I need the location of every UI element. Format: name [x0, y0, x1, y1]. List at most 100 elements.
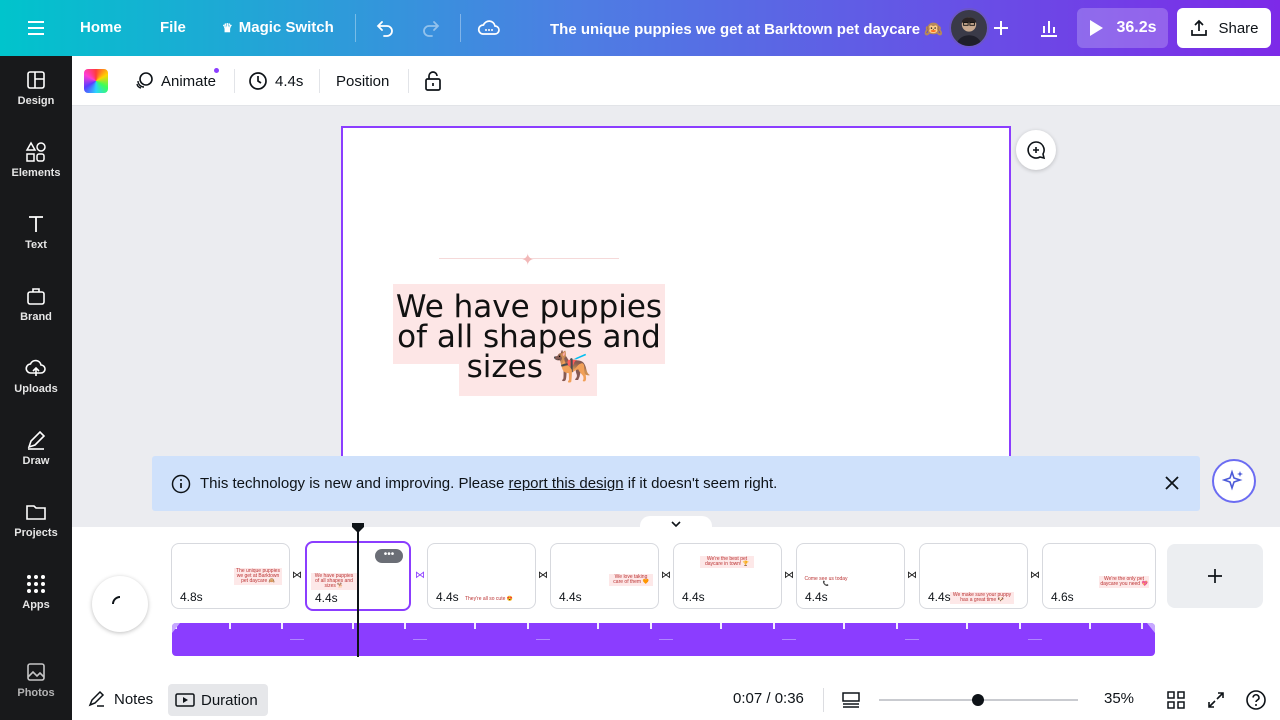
canvas-heading-line: of all shapes and [397, 319, 661, 355]
undo-icon[interactable] [374, 17, 396, 39]
text-icon [29, 216, 43, 232]
file-menu-button[interactable]: File [160, 19, 186, 36]
sidebar-item-label: Apps [22, 599, 50, 611]
sidebar-item-photos[interactable]: Photos [0, 648, 72, 712]
color-picker-button[interactable] [84, 56, 108, 106]
page-caption: We're the only pet daycare you need 💖 [1099, 576, 1149, 588]
divider [319, 69, 320, 93]
timeline-page[interactable]: We make sure your puppy has a great time… [919, 543, 1028, 609]
design-canvas[interactable]: ✦ We have puppies of all shapes and size… [341, 126, 1011, 466]
insights-icon[interactable] [1038, 17, 1060, 39]
canvas-heading[interactable]: We have puppies of all shapes and sizes … [393, 292, 665, 383]
audio-waveform [172, 623, 1155, 640]
folder-icon [26, 505, 46, 520]
grid-view-icon[interactable] [1166, 690, 1186, 710]
transition-icon[interactable]: ⋈ [536, 570, 550, 582]
layout-icon [27, 71, 45, 89]
divider [355, 14, 356, 42]
sidebar-item-uploads[interactable]: Uploads [0, 344, 72, 408]
play-icon [1090, 20, 1104, 36]
help-icon[interactable] [1245, 689, 1267, 711]
more-options-icon[interactable]: ••• [375, 549, 403, 563]
comment-icon [1027, 141, 1046, 160]
position-button[interactable]: Position [336, 56, 389, 106]
document-title[interactable]: The unique puppies we get at Barktown pe… [550, 20, 943, 38]
playhead[interactable] [357, 527, 359, 657]
transition-icon[interactable]: ⋈ [659, 570, 673, 582]
home-button[interactable]: Home [80, 19, 122, 36]
page-view-icon[interactable] [841, 690, 861, 710]
zoom-level[interactable]: 35% [1104, 690, 1134, 707]
sidebar-item-label: Brand [20, 311, 52, 323]
page-caption: They're all so cute 😍 [461, 596, 517, 603]
timeline-page[interactable]: Come see us today 📞 4.4s [796, 543, 905, 609]
timeline-page[interactable]: They're all so cute 😍 4.4s [427, 543, 536, 609]
info-icon [171, 474, 191, 493]
sparkle-icon: ✦ [521, 252, 535, 269]
avatar[interactable] [949, 8, 989, 48]
banner-text: if it doesn't seem right. [623, 475, 778, 492]
divider [408, 69, 409, 93]
magic-switch-button[interactable]: ♛ Magic Switch [222, 19, 334, 36]
collapse-timeline-button[interactable] [640, 516, 712, 530]
magic-assistant-button[interactable] [1212, 459, 1256, 503]
page-caption: We have puppies of all shapes and sizes … [311, 573, 357, 590]
transition-icon[interactable]: ⋈ [290, 570, 304, 582]
redo-icon[interactable] [420, 17, 442, 39]
close-icon[interactable] [1162, 473, 1182, 497]
duration-toggle-button[interactable]: Duration [168, 684, 268, 716]
sidebar-item-apps[interactable]: Apps [0, 560, 72, 624]
cloud-sync-icon[interactable] [477, 17, 501, 39]
play-button[interactable]: 36.2s [1077, 8, 1168, 48]
add-page-button[interactable] [1167, 544, 1263, 608]
page-duration: 4.4s [805, 590, 828, 604]
top-bar: Home File ♛ Magic Switch The unique pupp… [0, 0, 1280, 56]
timeline-page[interactable]: We're the best pet daycare in town! 🏆 4.… [673, 543, 782, 609]
page-caption: We're the best pet daycare in town! 🏆 [700, 556, 754, 568]
playhead-handle-icon[interactable] [351, 521, 365, 533]
share-button[interactable]: Share [1177, 8, 1271, 48]
upload-icon [1191, 19, 1208, 36]
duration-button[interactable]: 4.4s [248, 56, 303, 106]
sidebar-item-text[interactable]: Text [0, 200, 72, 264]
timeline-page[interactable]: The unique puppies we get at Barktown pe… [171, 543, 290, 609]
transition-icon[interactable]: ⋈ [1028, 570, 1042, 582]
report-design-link[interactable]: report this design [509, 475, 624, 492]
audio-track[interactable] [172, 623, 1155, 656]
pen-icon [27, 430, 46, 450]
sidebar-item-brand[interactable]: Brand [0, 272, 72, 336]
divider [460, 14, 461, 42]
timeline-page[interactable]: We're the only pet daycare you need 💖 4.… [1042, 543, 1156, 609]
transition-icon[interactable]: ⋈ [782, 570, 796, 582]
add-comment-button[interactable] [1016, 130, 1056, 170]
page-duration: 4.4s [436, 590, 459, 604]
rainbow-swatch-icon [84, 69, 108, 93]
divider [234, 69, 235, 93]
banner-text: This technology is new and improving. Pl… [200, 475, 509, 492]
sidebar-item-elements[interactable]: Elements [0, 128, 72, 192]
add-collaborator-icon[interactable] [991, 18, 1011, 38]
page-duration: 4.6s [1051, 590, 1074, 604]
spinner-icon [112, 596, 121, 605]
video-icon [175, 693, 195, 707]
transition-icon[interactable]: ⋈ [413, 570, 427, 582]
page-duration: 4.4s [315, 591, 338, 605]
zoom-slider-thumb[interactable] [971, 694, 984, 706]
lock-icon[interactable] [423, 56, 443, 106]
grid-icon [27, 575, 45, 593]
animate-button[interactable]: Animate [134, 56, 220, 106]
sidebar-item-draw[interactable]: Draw [0, 416, 72, 480]
playback-time: 0:07 / 0:36 [733, 690, 804, 707]
duration-label: 4.4s [275, 72, 304, 90]
magic-switch-label: Magic Switch [238, 19, 334, 36]
menu-icon[interactable] [26, 18, 46, 38]
play-duration: 36.2s [1116, 19, 1157, 36]
sidebar-item-label: Draw [22, 455, 50, 467]
fullscreen-icon[interactable] [1206, 690, 1226, 710]
timeline-page[interactable]: We love taking care of them 🧡 4.4s [550, 543, 659, 609]
sidebar-item-projects[interactable]: Projects [0, 488, 72, 552]
new-badge-dot [214, 68, 220, 73]
notes-button[interactable]: Notes [88, 690, 153, 708]
sidebar-item-design[interactable]: Design [0, 56, 72, 120]
transition-icon[interactable]: ⋈ [905, 570, 919, 582]
